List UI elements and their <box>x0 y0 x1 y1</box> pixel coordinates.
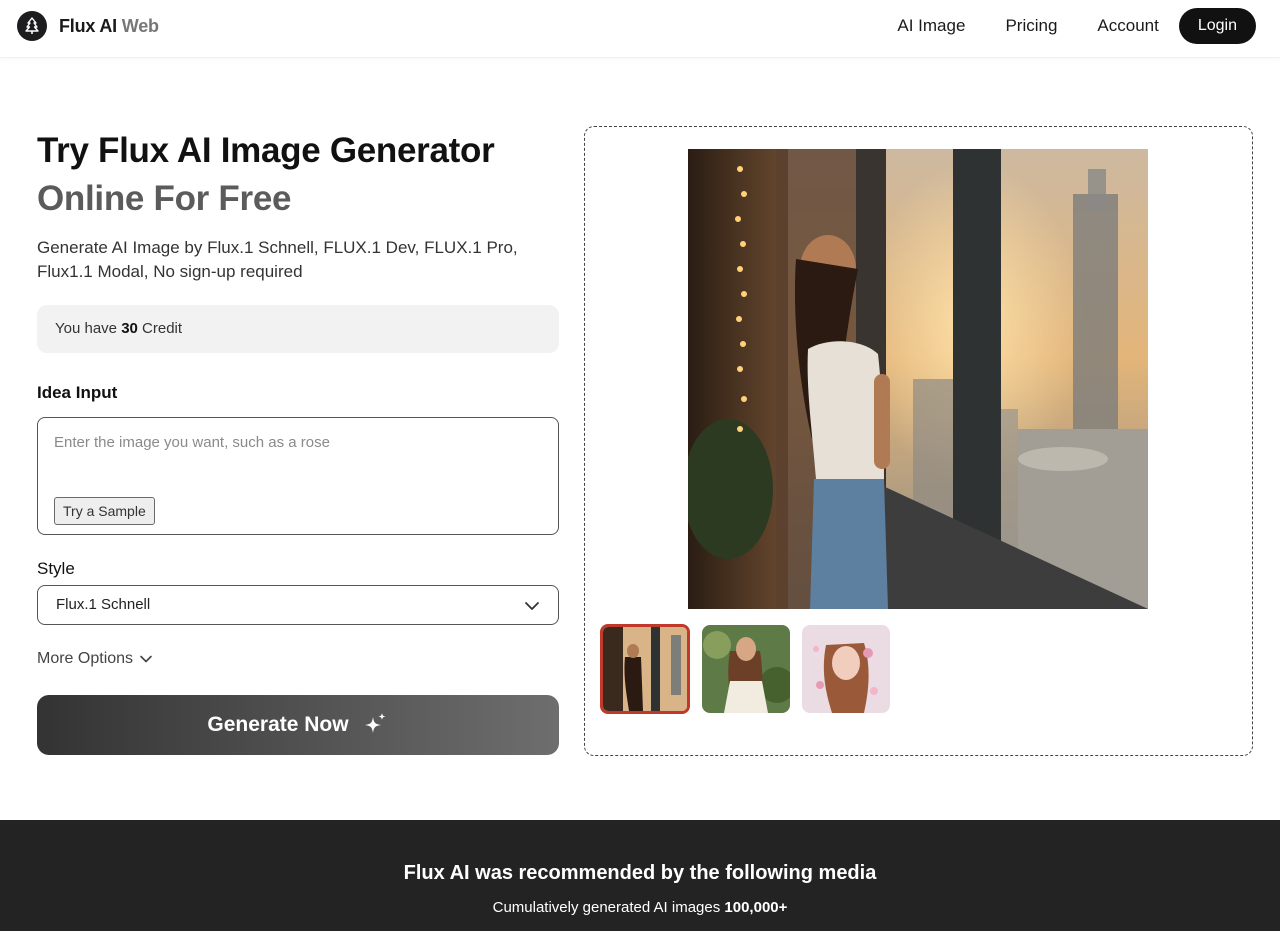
brand-name-main: Flux AI <box>59 15 117 36</box>
site-header: Flux AI Web AI Image Pricing Account Log… <box>0 0 1280 58</box>
top-nav: AI Image Pricing Account Login <box>897 8 1256 44</box>
credit-prefix: You have <box>55 320 118 337</box>
sparkle-icon <box>364 713 386 733</box>
nav-ai-image[interactable]: AI Image <box>897 8 965 44</box>
generate-label: Generate Now <box>207 713 349 736</box>
style-selected-value: Flux.1 Schnell <box>56 596 151 613</box>
chevron-down-icon <box>140 655 152 663</box>
thumbnail-petal-portrait[interactable] <box>802 625 890 713</box>
credit-amount: 30 <box>121 320 138 337</box>
generator-form: Try Flux AI Image Generator Online For F… <box>37 128 559 755</box>
credit-balance: You have 30 Credit <box>37 305 559 353</box>
page-title-secondary: Online For Free <box>37 179 292 218</box>
thumbnail-strip <box>600 624 902 714</box>
idea-input[interactable] <box>54 434 534 474</box>
brand-name-suffix: Web <box>121 15 159 36</box>
style-select[interactable]: Flux.1 Schnell <box>37 585 559 625</box>
nav-pricing[interactable]: Pricing <box>1005 8 1057 44</box>
preview-image <box>688 149 1148 609</box>
media-band-stat-value: 100,000+ <box>724 899 788 916</box>
brand-name: Flux AI Web <box>59 16 159 37</box>
credit-suffix: Credit <box>142 320 183 337</box>
idea-input-label: Idea Input <box>37 383 118 402</box>
style-label: Style <box>37 559 75 578</box>
more-options-label: More Options <box>37 650 134 667</box>
idea-input-box[interactable]: Try a Sample <box>37 417 559 535</box>
media-band-stat: Cumulatively generated AI images 100,000… <box>0 899 1280 916</box>
media-band-title: Flux AI was recommended by the following… <box>403 862 877 884</box>
login-button[interactable]: Login <box>1178 8 1256 44</box>
chevron-down-icon <box>525 602 539 610</box>
thumbnail-garden-portrait[interactable] <box>702 625 790 713</box>
try-sample-button[interactable]: Try a Sample <box>54 497 155 525</box>
media-band-stat-label: Cumulatively generated AI images <box>492 899 721 916</box>
generate-button[interactable]: Generate Now <box>37 695 559 755</box>
media-band: Flux AI was recommended by the following… <box>0 820 1280 931</box>
thumbnail-window-sunset[interactable] <box>600 624 690 714</box>
brand-logo[interactable]: Flux AI Web <box>17 11 159 41</box>
page-title: Try Flux AI Image Generator <box>37 131 495 170</box>
tree-logo-icon <box>17 11 47 41</box>
preview-panel <box>584 126 1253 756</box>
nav-account[interactable]: Account <box>1097 8 1158 44</box>
page-subtitle: Generate AI Image by Flux.1 Schnell, FLU… <box>37 238 518 281</box>
more-options-toggle[interactable]: More Options <box>37 650 559 668</box>
